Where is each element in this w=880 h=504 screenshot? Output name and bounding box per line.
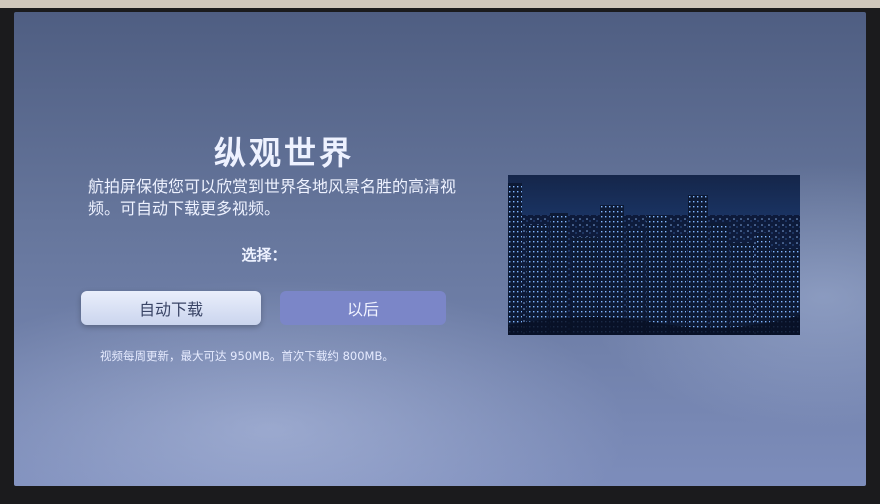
auto-download-label: 自动下载 [138, 300, 203, 319]
later-label: 以后 [346, 300, 379, 319]
description-text: 航拍屏保使您可以欣赏到世界各地风景名胜的高清视频。可自动下载更多视频。 [88, 177, 457, 218]
aerial-preview-image [508, 175, 800, 335]
choose-label: 选择： [241, 246, 287, 264]
auto-download-button[interactable]: 自动下载 [81, 291, 261, 325]
update-note: 视频每周更新，最大可达 950MB。首次下载约 800MB。 [100, 349, 394, 363]
tv-screen: 纵观世界 航拍屏保使您可以欣赏到世界各地风景名胜的高清视频。可自动下载更多视频。… [14, 12, 866, 486]
page-title: 纵观世界 [213, 134, 354, 172]
later-button[interactable]: 以后 [280, 291, 446, 325]
city-skyline-image [508, 175, 800, 335]
